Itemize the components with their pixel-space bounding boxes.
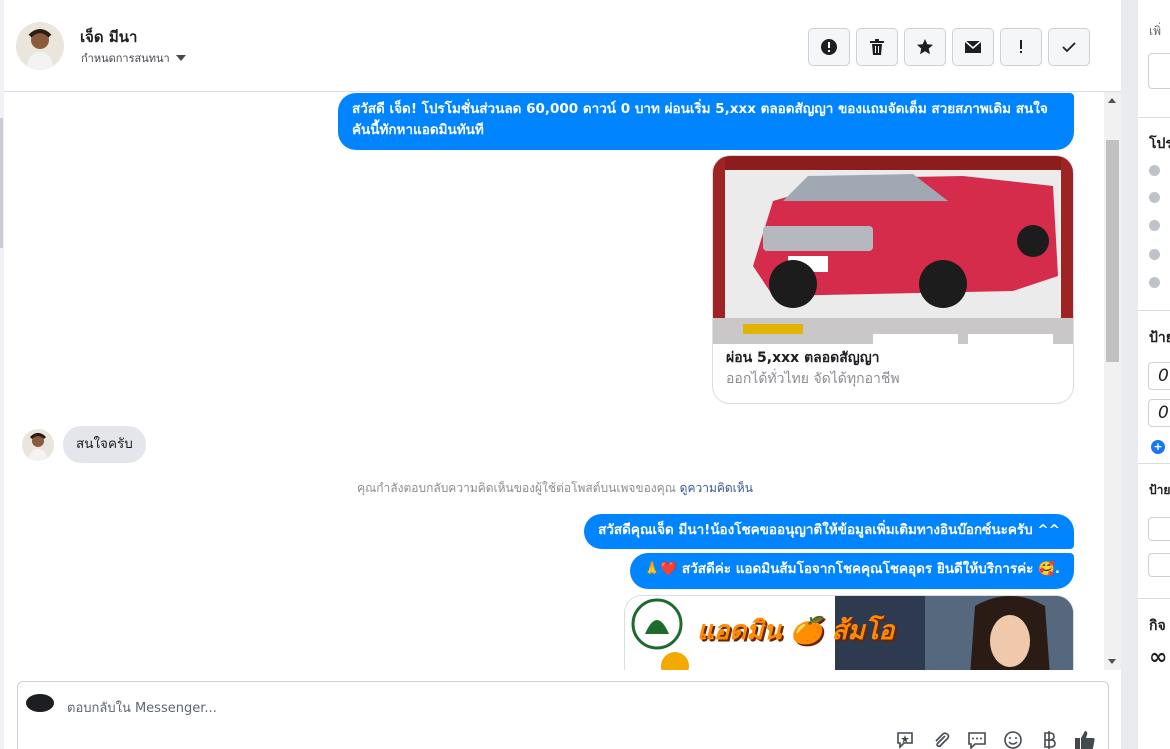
emoji-button[interactable] xyxy=(1002,730,1024,749)
sub-labels-heading: ป้าย xyxy=(1149,483,1170,497)
chevron-down-icon xyxy=(175,55,186,61)
page-logo xyxy=(26,694,54,712)
mark-unread-button[interactable] xyxy=(952,28,994,66)
saved-reply-button[interactable] xyxy=(894,730,916,749)
divider xyxy=(1138,463,1170,464)
messenger-inbox: เจ็ด มีนา กำหนดการสนทนา สวัสดี เจ็ด! โปร… xyxy=(0,0,1170,749)
profile-heading: โปร xyxy=(1149,136,1170,152)
contact-name[interactable]: เจ็ด มีนา xyxy=(80,25,137,49)
thumbs-up-icon xyxy=(1075,731,1095,749)
truck-image xyxy=(713,156,1073,344)
add-label-icon[interactable]: + xyxy=(1151,440,1165,454)
assign-label: กำหนดการสนทนา xyxy=(81,52,170,65)
attach-button[interactable] xyxy=(930,730,952,749)
chat-bubble-icon xyxy=(968,732,986,749)
mark-done-button[interactable] xyxy=(1048,28,1090,66)
meta-infinity-icon: ∞ xyxy=(1149,645,1168,670)
panel-input[interactable] xyxy=(1148,517,1170,541)
card-subtitle: ออกได้ทั่วไทย จัดได้ทุกอาชีพ xyxy=(726,371,900,387)
delete-button[interactable] xyxy=(856,28,898,66)
promo-title: แอดมิน 🍊 ส้มโอ xyxy=(697,616,895,646)
star-button[interactable] xyxy=(904,28,946,66)
label-value: 0 xyxy=(1158,366,1169,386)
add-heading: เพิ่ xyxy=(1149,24,1162,38)
composer-tools xyxy=(894,730,1096,749)
trash-icon xyxy=(870,39,884,55)
baht-icon xyxy=(1044,731,1056,749)
education-icon xyxy=(1149,220,1160,231)
comment-reply-notice: คุณกำลังตอบกลับความคิดเห็นของผู้ใช้ต่อโพ… xyxy=(4,479,1106,498)
star-icon xyxy=(917,39,933,55)
contact-details-panel: เพิ่ โปร ป้าย 0 0 + ป้าย กิจ ∞ xyxy=(1138,0,1170,749)
notice-text: คุณกำลังตอบกลับความคิดเห็นของผู้ใช้ต่อโพ… xyxy=(357,481,676,495)
header-actions xyxy=(808,28,1090,66)
briefcase-icon xyxy=(1149,192,1160,203)
location-pin-icon xyxy=(1149,249,1160,260)
reply-composer[interactable]: ตอบกลับใน Messenger... xyxy=(17,681,1109,749)
scroll-thumb[interactable] xyxy=(1106,140,1119,362)
emoji-icon xyxy=(1004,731,1022,749)
left-strip-marker xyxy=(0,118,3,248)
clock-icon xyxy=(1149,165,1160,176)
panel-input[interactable] xyxy=(1148,553,1170,577)
scroll-down-arrow-icon[interactable] xyxy=(1108,659,1116,664)
exclamation-icon xyxy=(1020,40,1022,53)
outgoing-message: สวัสดีคุณเจ็ด มีนา!น้องโชคขออนุญาติให้ข้… xyxy=(584,514,1074,549)
message-scrollbar[interactable] xyxy=(1104,92,1121,670)
mark-spam-button[interactable] xyxy=(808,28,850,66)
outgoing-message: 🙏❤️ สวัสดีค่ะ แอดมินส้มโอจากโชคคุณโชคอุด… xyxy=(629,553,1074,589)
message-list[interactable]: สวัสดี เจ็ด! โปรโมชั่นส่วนลด 60,000 ดาวน… xyxy=(4,92,1106,670)
activity-heading: กิจ xyxy=(1149,618,1166,634)
scroll-up-arrow-icon[interactable] xyxy=(1108,98,1116,103)
envelope-icon xyxy=(964,40,982,53)
reply-input[interactable]: ตอบกลับใน Messenger... xyxy=(67,697,217,718)
follow-up-button[interactable] xyxy=(1000,28,1042,66)
divider xyxy=(1138,598,1170,599)
conversation-header: เจ็ด มีนา กำหนดการสนทนา xyxy=(4,0,1121,92)
alert-circle-icon xyxy=(821,39,837,55)
location-pin-icon xyxy=(1149,277,1160,288)
labels-heading: ป้าย xyxy=(1149,330,1170,346)
payment-button[interactable] xyxy=(1038,730,1060,749)
view-comment-link[interactable]: ดูความคิดเห็น xyxy=(680,481,753,495)
panel-gutter xyxy=(1121,0,1138,749)
attachment-icon xyxy=(935,732,950,748)
product-card[interactable]: ผ่อน 5,xxx ตลอดสัญญา ออกได้ทั่วไทย จัดได… xyxy=(712,155,1074,404)
admin-promo-image[interactable]: แอดมิน 🍊 ส้มโอ xyxy=(624,595,1074,670)
divider xyxy=(1138,117,1170,118)
outgoing-message: สวัสดี เจ็ด! โปรโมชั่นส่วนลด 60,000 ดาวน… xyxy=(338,93,1074,150)
divider xyxy=(1138,310,1170,311)
contact-avatar[interactable] xyxy=(16,22,64,70)
card-title: ผ่อน 5,xxx ตลอดสัญญา xyxy=(726,350,880,366)
like-button[interactable] xyxy=(1074,730,1096,749)
check-icon xyxy=(1062,42,1076,53)
quick-reply-button[interactable] xyxy=(966,730,988,749)
saved-reply-icon xyxy=(897,732,913,749)
assign-conversation-dropdown[interactable]: กำหนดการสนทนา xyxy=(81,49,186,67)
panel-action-button[interactable] xyxy=(1148,53,1170,89)
label-value: 0 xyxy=(1158,403,1169,423)
sender-avatar xyxy=(22,429,54,461)
incoming-message: สนใจครับ xyxy=(63,426,146,463)
